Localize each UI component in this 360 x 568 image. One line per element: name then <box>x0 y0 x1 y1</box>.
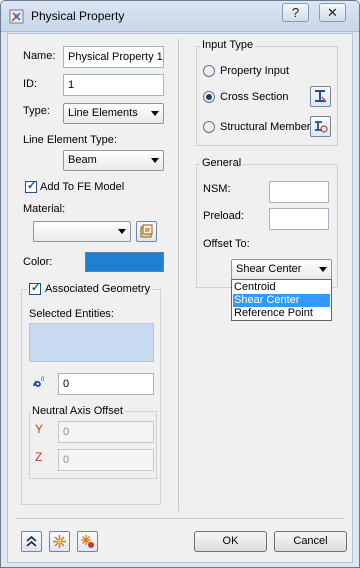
cross-section-icon <box>315 90 327 103</box>
name-label: Name: <box>23 50 56 62</box>
option-centroid[interactable]: Centroid <box>233 281 330 294</box>
general-label: General <box>200 156 244 170</box>
footer-separator <box>15 518 345 519</box>
cross-section-radio[interactable] <box>203 91 215 103</box>
burst-icon <box>53 535 66 548</box>
entity-count-icon: 0 <box>33 377 45 387</box>
line-element-type-dropdown[interactable]: Beam <box>63 150 164 171</box>
double-chevron-up-icon <box>26 535 37 547</box>
ok-button[interactable]: OK <box>194 531 267 552</box>
material-library-icon <box>140 224 153 238</box>
vertical-separator <box>178 39 179 511</box>
dialog-window: Physical Property ? ✕ Name: Physical Pro… <box>0 0 360 568</box>
cross-section-button[interactable] <box>310 86 331 107</box>
close-icon: ✕ <box>327 5 338 20</box>
chevron-down-icon <box>151 158 159 163</box>
multi-burst-icon <box>81 535 94 548</box>
offset-to-options-list: Centroid Shear Center Reference Point <box>231 279 332 321</box>
material-label: Material: <box>23 203 66 215</box>
highlight-button[interactable] <box>49 531 70 552</box>
name-field[interactable]: Physical Property 1 <box>63 46 164 68</box>
add-to-fe-checkbox[interactable]: ✓ <box>25 180 37 193</box>
input-type-label: Input Type <box>200 38 256 52</box>
help-icon: ? <box>291 5 300 20</box>
line-element-type-value: Beam <box>68 154 97 166</box>
close-button[interactable]: ✕ <box>319 3 346 22</box>
checkmark-icon: ✓ <box>27 180 37 192</box>
preload-field[interactable] <box>269 208 329 230</box>
id-label: ID: <box>23 78 38 90</box>
nsm-field[interactable] <box>269 181 329 203</box>
window-title: Physical Property <box>31 9 125 23</box>
app-icon <box>9 9 24 24</box>
offset-to-label: Offset To: <box>203 238 250 250</box>
id-field[interactable]: 1 <box>63 74 164 96</box>
color-label: Color: <box>23 256 53 268</box>
highlight-all-button[interactable] <box>77 531 98 552</box>
z-label: Z <box>35 450 43 464</box>
chevron-down-icon <box>319 267 327 272</box>
svg-text:0: 0 <box>41 377 45 383</box>
entity-count-field[interactable]: 0 <box>58 373 154 395</box>
chevron-down-icon <box>151 111 159 116</box>
offset-to-dropdown[interactable]: Shear Center <box>231 259 332 280</box>
cancel-button[interactable]: Cancel <box>274 531 347 552</box>
help-button[interactable]: ? <box>282 3 309 22</box>
option-reference-point[interactable]: Reference Point <box>233 307 330 320</box>
property-input-label: Property Input <box>220 65 290 77</box>
add-to-fe-label: Add To FE Model <box>40 181 125 193</box>
material-dropdown[interactable] <box>33 221 131 242</box>
material-browse-button[interactable] <box>136 221 157 242</box>
cross-section-label: Cross Section <box>220 91 289 103</box>
type-value: Line Elements <box>68 107 138 119</box>
title-bar: Physical Property ? ✕ <box>1 1 359 32</box>
neutral-axis-offset-label: Neutral Axis Offset <box>30 404 125 418</box>
structural-member-icon <box>315 121 328 133</box>
nsm-label: NSM: <box>203 183 231 195</box>
radio-selected-dot <box>206 94 212 100</box>
chevron-down-icon <box>118 229 126 234</box>
associated-geometry-checkbox[interactable]: ✓ <box>29 282 41 295</box>
structural-member-button[interactable] <box>310 116 331 137</box>
structural-member-radio[interactable] <box>203 121 215 133</box>
preload-label: Preload: <box>203 210 244 222</box>
checkmark-icon: ✓ <box>31 282 41 294</box>
y-offset-field[interactable]: 0 <box>58 421 154 443</box>
selected-entities-label: Selected Entities: <box>29 308 114 320</box>
z-offset-field[interactable]: 0 <box>58 449 154 471</box>
color-swatch[interactable] <box>85 252 164 272</box>
property-input-radio[interactable] <box>203 65 215 77</box>
collapse-button[interactable] <box>21 531 42 552</box>
offset-to-value: Shear Center <box>236 263 302 275</box>
option-shear-center[interactable]: Shear Center <box>233 294 330 307</box>
line-element-type-label: Line Element Type: <box>23 134 117 146</box>
y-label: Y <box>35 422 44 436</box>
structural-member-label: Structural Member <box>220 121 311 133</box>
type-dropdown[interactable]: Line Elements <box>63 103 164 124</box>
associated-geometry-label: Associated Geometry <box>45 283 151 295</box>
selected-entities-list[interactable] <box>29 323 154 362</box>
type-label: Type: <box>23 105 50 117</box>
